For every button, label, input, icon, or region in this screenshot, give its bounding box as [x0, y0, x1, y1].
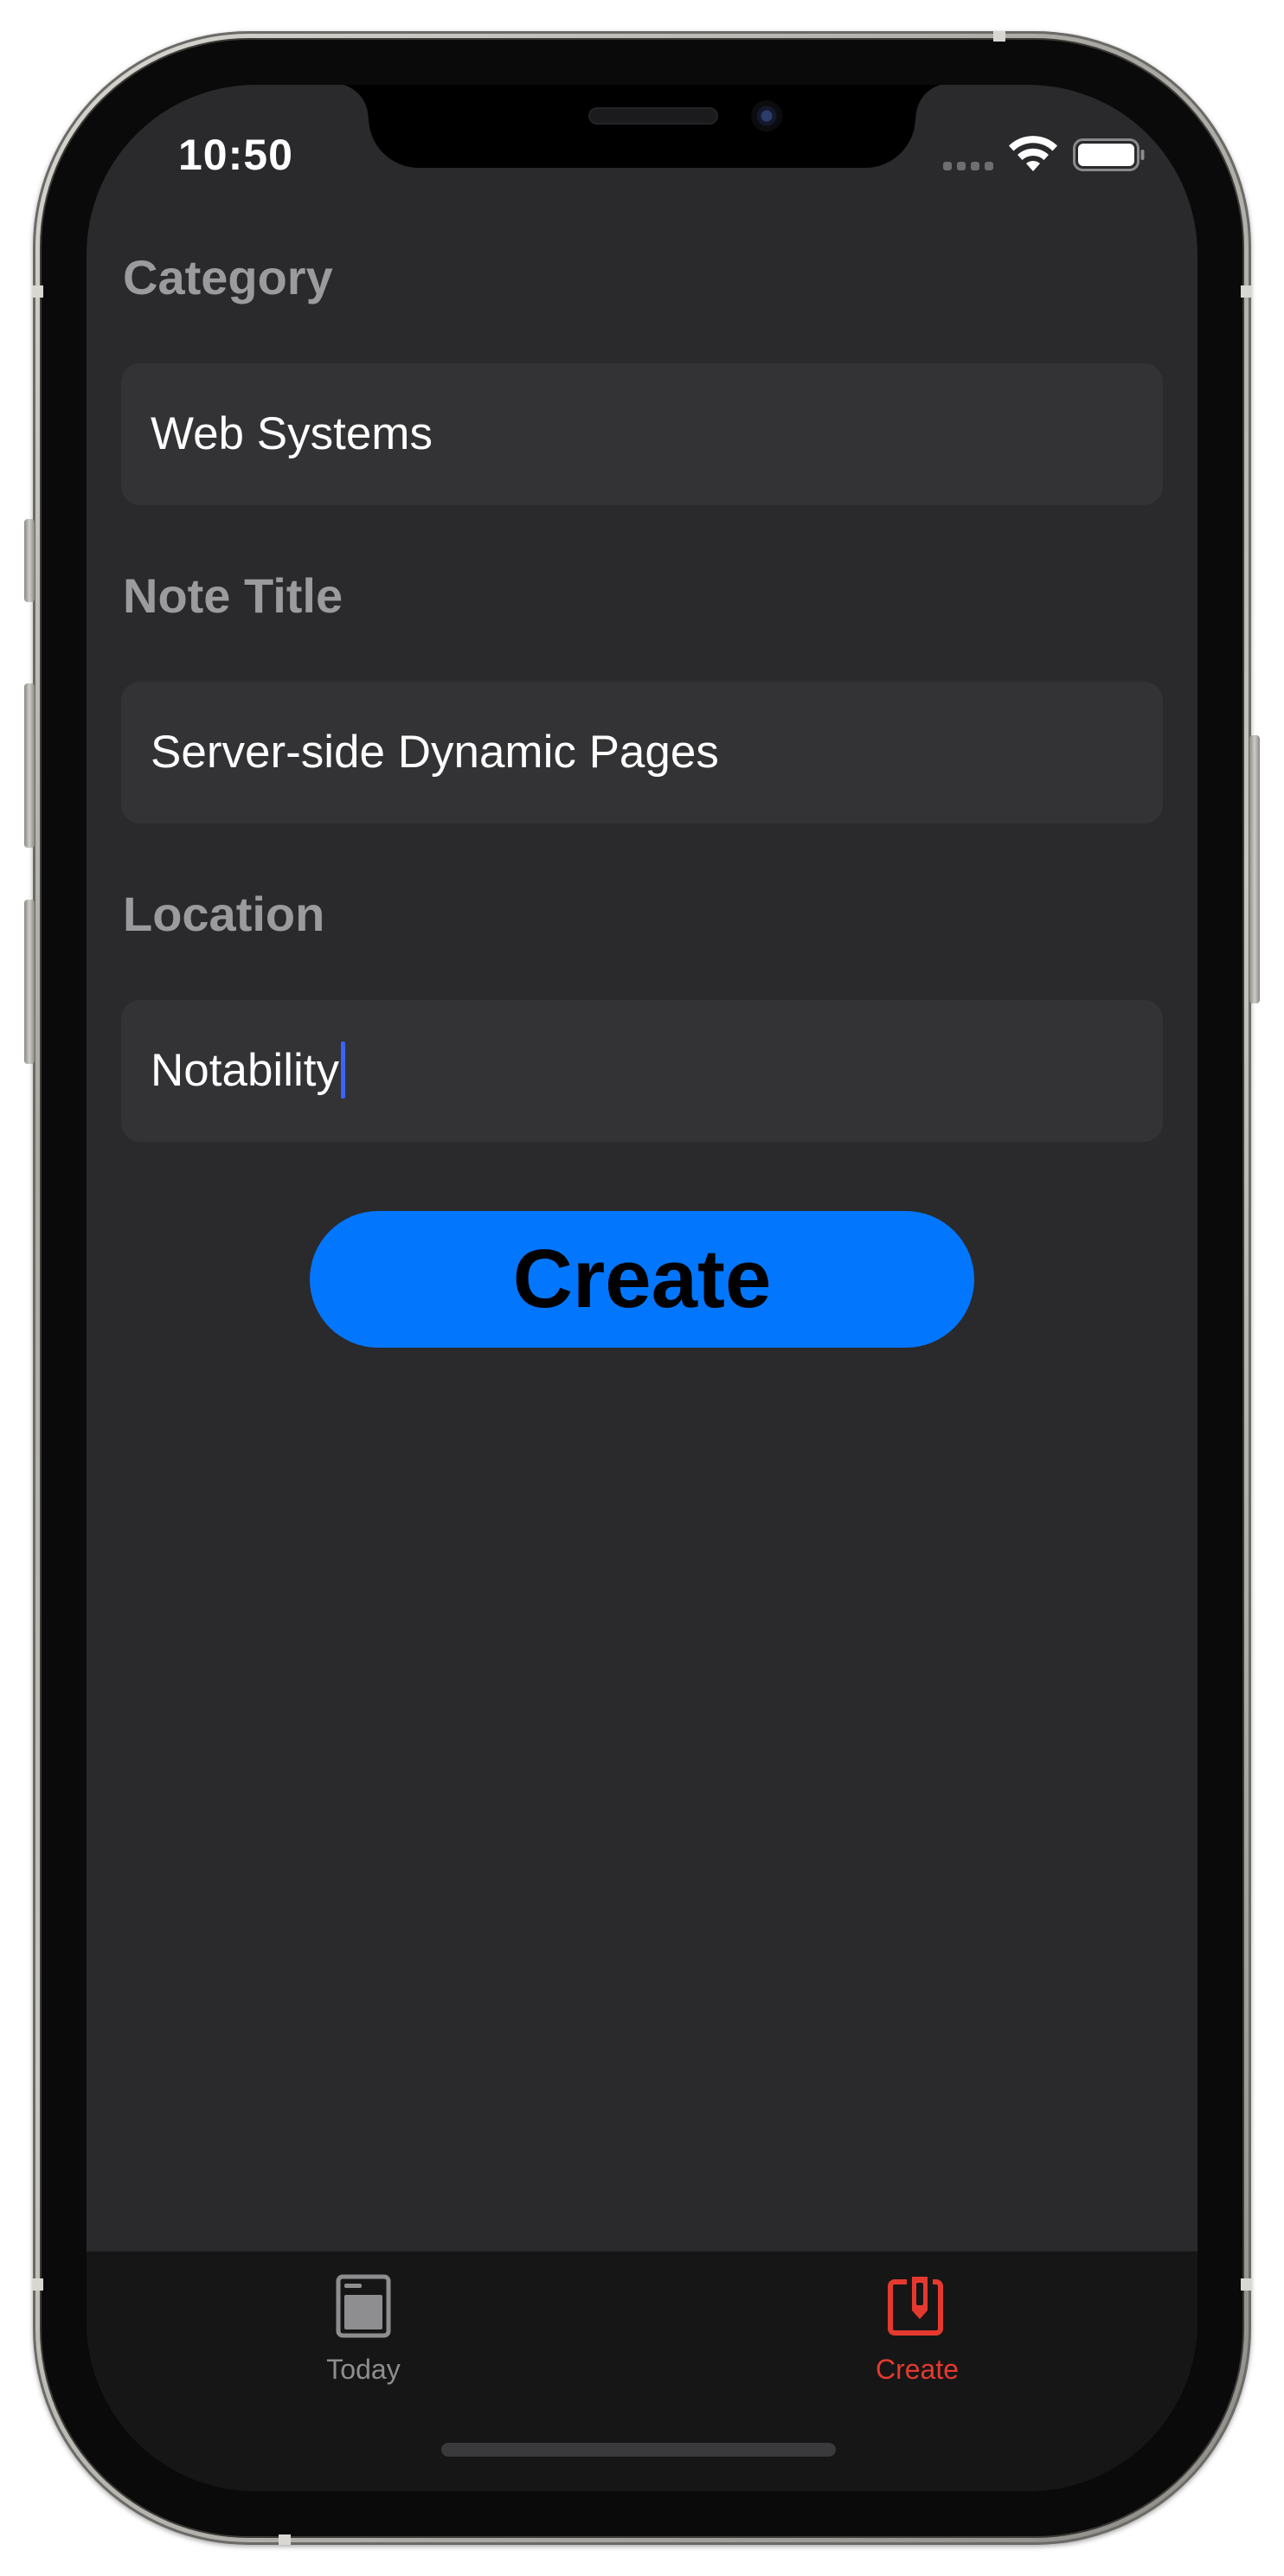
tab-today[interactable]: Today — [234, 2252, 493, 2407]
antenna-band-top-right — [993, 31, 1005, 42]
volume-down-button — [24, 900, 35, 1064]
category-label: Category — [123, 250, 333, 304]
mute-switch — [24, 519, 35, 602]
tab-create[interactable]: Create — [787, 2252, 1047, 2407]
location-input-value: Notability — [151, 1045, 339, 1096]
category-input[interactable]: Web Systems — [151, 363, 433, 505]
wifi-icon — [1009, 136, 1057, 171]
book-icon — [336, 2274, 391, 2338]
create-button[interactable]: Create — [310, 1211, 974, 1348]
antenna-band-right-bottom — [1241, 2278, 1251, 2291]
volume-up-button — [24, 683, 35, 848]
tab-today-label: Today — [326, 2354, 401, 2385]
text-cursor — [340, 1041, 345, 1099]
power-button — [1249, 735, 1260, 1003]
note-title-label: Note Title — [123, 568, 343, 623]
front-camera — [751, 100, 782, 131]
notch — [334, 85, 950, 168]
note-title-input[interactable]: Server-side Dynamic Pages — [151, 682, 719, 823]
status-time: 10:50 — [178, 131, 293, 179]
location-label: Location — [123, 887, 325, 941]
antenna-band-left-bottom — [33, 2278, 43, 2291]
antenna-band-bottom-left — [279, 2534, 291, 2545]
cellular-signal-icon — [943, 162, 995, 170]
antenna-band-left-top — [33, 285, 43, 298]
location-input[interactable]: Notability — [151, 1000, 345, 1142]
battery-icon — [1073, 138, 1145, 171]
app-screen: 10:50 Category Web Systems Note Title Se… — [87, 85, 1197, 2491]
tab-create-label: Create — [875, 2354, 960, 2385]
note-title-field[interactable]: Server-side Dynamic Pages — [121, 682, 1163, 823]
square-and-pencil-icon — [888, 2277, 943, 2336]
category-field[interactable]: Web Systems — [121, 363, 1163, 505]
antenna-band-right-top — [1241, 285, 1251, 298]
home-indicator[interactable] — [441, 2443, 836, 2457]
earpiece-speaker — [590, 109, 716, 123]
location-field[interactable]: Notability — [121, 1000, 1163, 1142]
